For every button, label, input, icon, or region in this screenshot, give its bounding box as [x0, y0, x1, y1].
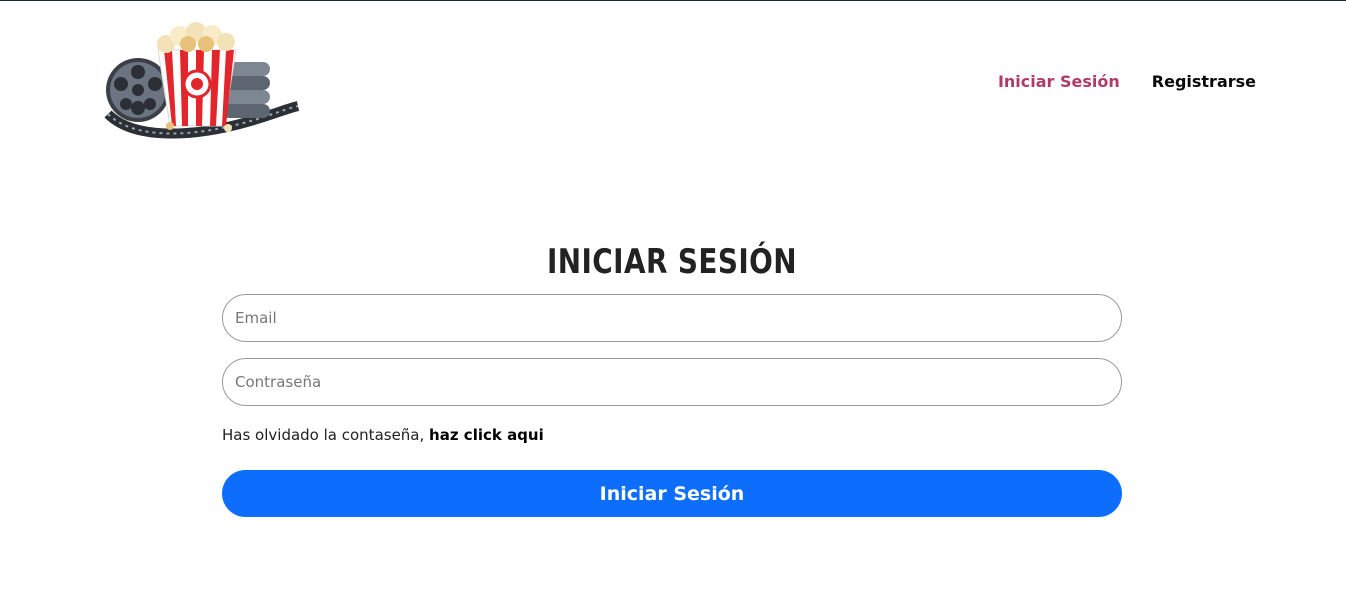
forgot-password-text: Has olvidado la contaseña, haz click aqu… [222, 426, 1122, 448]
password-field[interactable] [222, 358, 1122, 406]
login-form: Iniciar Sesión Has olvidado la contaseña… [222, 238, 1122, 517]
nav-register-link[interactable]: Registrarse [1152, 72, 1256, 91]
nav-login-link[interactable]: Iniciar Sesión [998, 72, 1120, 91]
forgot-password-link[interactable]: haz click aqui [429, 426, 544, 444]
cinema-logo-icon [104, 22, 300, 139]
main-nav: Iniciar Sesión Registrarse [998, 72, 1256, 91]
page-title: Iniciar Sesión [546, 242, 798, 282]
login-submit-button[interactable]: Iniciar Sesión [222, 470, 1122, 517]
email-field[interactable] [222, 294, 1122, 342]
site-header: Iniciar Sesión Registrarse [0, 0, 1346, 160]
forgot-password-label: Has olvidado la contaseña, [222, 426, 430, 444]
